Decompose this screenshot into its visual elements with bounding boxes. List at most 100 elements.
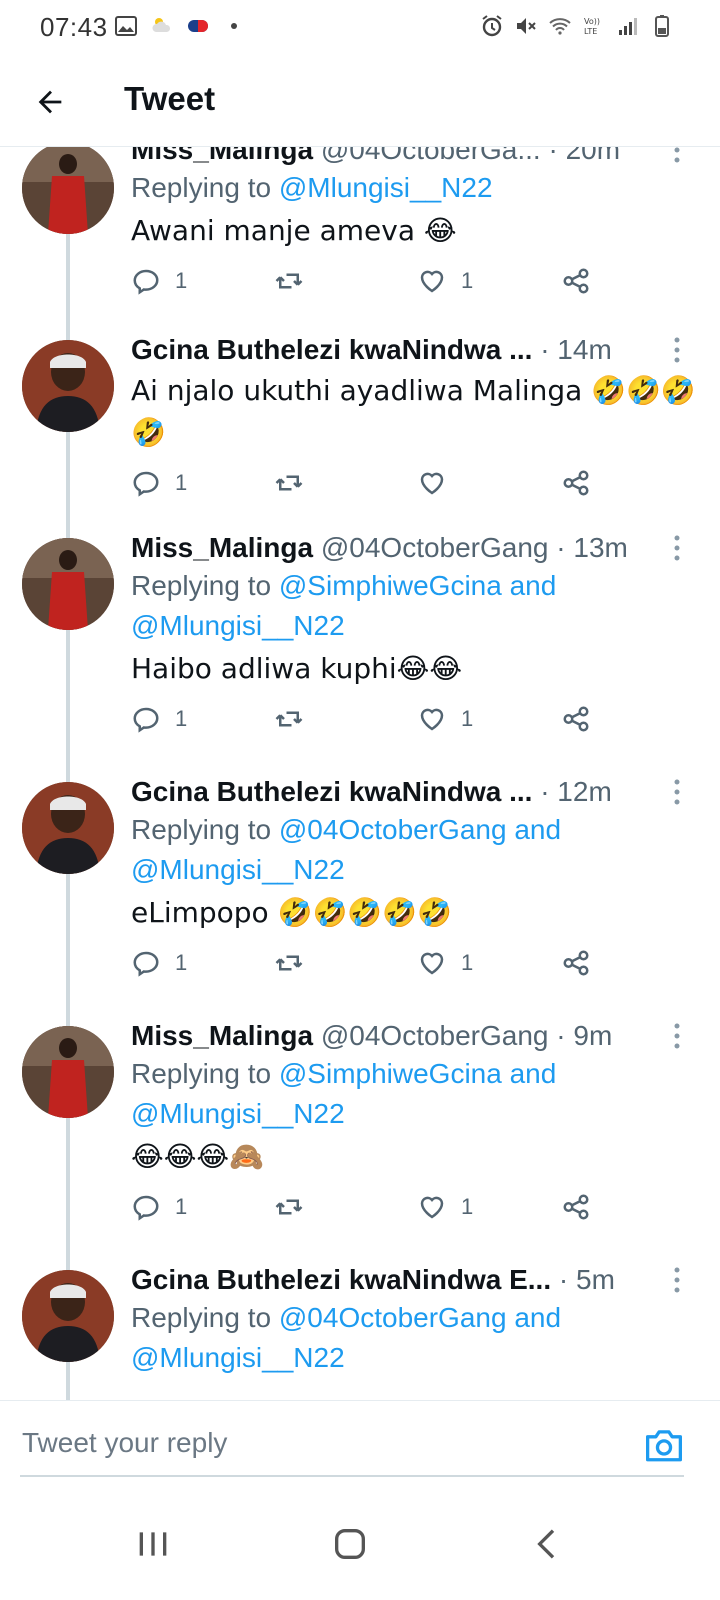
mention-link[interactable]: @SimphiweGcina and xyxy=(279,570,556,601)
like-count: 1 xyxy=(461,1194,474,1219)
avatar[interactable] xyxy=(22,538,114,630)
profile-photo-gcina xyxy=(22,782,114,874)
avatar[interactable] xyxy=(22,1026,114,1118)
tweet-author-name[interactable]: Miss_Malinga xyxy=(131,532,313,563)
share-button[interactable] xyxy=(561,948,591,978)
profile-photo-gcina xyxy=(22,340,114,432)
share-icon xyxy=(563,706,589,732)
tweet-handle-time: · 14m xyxy=(532,334,612,365)
like-count: 1 xyxy=(461,706,474,731)
status-time: 07:43 xyxy=(40,12,108,42)
mention-link[interactable]: @04OctoberGang and xyxy=(279,1302,561,1333)
tweet-handle-time: · 5m xyxy=(551,1264,615,1295)
back-button[interactable] xyxy=(28,80,72,124)
camera-icon[interactable] xyxy=(644,1427,684,1463)
more-options-icon[interactable] xyxy=(674,336,680,364)
retweet-button[interactable] xyxy=(274,948,304,978)
recent-apps-icon[interactable] xyxy=(133,1524,173,1564)
signal-icon xyxy=(619,18,637,35)
conversation-thread[interactable]: Miss_Malinga @04OctoberGa... · 20m Reply… xyxy=(0,146,720,1400)
app-notification-icon xyxy=(188,20,208,32)
profile-photo-gcina xyxy=(22,1270,114,1362)
mention-link[interactable]: @Mlungisi__N22 xyxy=(131,1342,345,1373)
reply-button[interactable]: 1 xyxy=(131,468,187,498)
avatar[interactable] xyxy=(22,1270,114,1362)
replying-to: Replying to @SimphiweGcina and @Mlungisi_… xyxy=(131,1058,557,1129)
mention-link[interactable]: @04OctoberGang and xyxy=(279,814,561,845)
page-title: Tweet xyxy=(124,80,216,117)
more-options-icon[interactable] xyxy=(674,1266,680,1294)
tweet-text: Haibo adliwa kuphi😂😂 xyxy=(131,652,463,685)
reply-bubble-icon xyxy=(133,269,159,295)
tweet-actions: 1 1 xyxy=(131,704,696,744)
avatar[interactable] xyxy=(22,340,114,432)
profile-photo-miss-malinga xyxy=(22,538,114,630)
share-icon xyxy=(563,470,589,496)
tweet-author-name[interactable]: Miss_Malinga xyxy=(131,1020,313,1051)
share-button[interactable] xyxy=(561,266,591,296)
tweet-author-name[interactable]: Gcina Buthelezi kwaNindwa ... xyxy=(131,334,532,365)
reply-bubble-icon xyxy=(133,707,159,733)
tweet-actions: 1 1 xyxy=(131,948,696,988)
tweet-handle-time: @04OctoberGang · 9m xyxy=(313,1020,613,1051)
like-button[interactable] xyxy=(417,468,461,498)
more-options-icon[interactable] xyxy=(674,778,680,806)
mention-link[interactable]: @Mlungisi__N22 xyxy=(131,610,345,641)
status-bar: 07:43 Vo)) LTE xyxy=(0,0,720,56)
more-options-icon[interactable] xyxy=(674,1022,680,1050)
tweet-handle-time: @04OctoberGang · 13m xyxy=(313,532,628,563)
retweet-button[interactable] xyxy=(274,704,304,734)
thread-connector-line xyxy=(66,146,70,1400)
share-button[interactable] xyxy=(561,468,591,498)
reply-button[interactable]: 1 xyxy=(131,1192,187,1222)
share-button[interactable] xyxy=(561,1192,591,1222)
avatar[interactable] xyxy=(22,146,114,234)
reply-button[interactable]: 1 xyxy=(131,704,187,734)
tweet-handle-time: @04OctoberGa... · 20m xyxy=(320,146,621,165)
avatar[interactable] xyxy=(22,782,114,874)
back-nav-icon[interactable] xyxy=(528,1524,568,1564)
home-icon[interactable] xyxy=(330,1524,370,1564)
mute-icon xyxy=(517,18,536,34)
share-icon xyxy=(563,950,589,976)
svg-text:Vo)): Vo)) xyxy=(584,17,600,26)
like-button[interactable]: 1 xyxy=(417,948,473,978)
mention-link[interactable]: @Mlungisi__N22 xyxy=(131,854,345,885)
tweet-author-name[interactable]: Gcina Buthelezi kwaNindwa E... xyxy=(131,1264,551,1295)
tweet-text: eLimpopo 🤣🤣🤣🤣🤣 xyxy=(131,896,452,929)
like-button[interactable]: 1 xyxy=(417,266,473,296)
tweet-actions: 1 xyxy=(131,468,696,508)
like-button[interactable]: 1 xyxy=(417,704,473,734)
like-count: 1 xyxy=(461,268,474,293)
top-app-bar: Tweet xyxy=(0,56,720,147)
like-count: 1 xyxy=(461,950,474,975)
mention-link[interactable]: @SimphiweGcina and xyxy=(279,1058,556,1089)
volte-icon: Vo))LTE xyxy=(584,17,600,36)
tweet-author-name[interactable]: Gcina Buthelezi kwaNindwa ... xyxy=(131,776,532,807)
replying-to: Replying to @SimphiweGcina and @Mlungisi_… xyxy=(131,570,557,641)
system-navigation-bar xyxy=(0,1486,720,1600)
retweet-button[interactable] xyxy=(274,1192,304,1222)
retweet-icon xyxy=(275,1199,303,1215)
heart-icon xyxy=(420,952,444,975)
reply-bubble-icon xyxy=(133,1195,159,1221)
alarm-icon xyxy=(482,15,502,37)
tweet-author-name[interactable]: Miss_Malinga xyxy=(131,146,313,165)
retweet-icon xyxy=(275,273,303,289)
more-options-icon[interactable] xyxy=(674,534,680,562)
reply-count: 1 xyxy=(175,950,188,975)
tweet-reply-input[interactable] xyxy=(20,1413,624,1473)
mention-link[interactable]: @Mlungisi__N22 xyxy=(131,1098,345,1129)
share-icon xyxy=(563,268,589,294)
heart-icon xyxy=(420,472,444,495)
retweet-button[interactable] xyxy=(274,468,304,498)
mention-link[interactable]: @Mlungisi__N22 xyxy=(279,172,493,203)
arrow-left-icon xyxy=(38,90,62,114)
like-button[interactable]: 1 xyxy=(417,1192,473,1222)
retweet-button[interactable] xyxy=(274,266,304,296)
reply-button[interactable]: 1 xyxy=(131,948,187,978)
more-options-icon[interactable] xyxy=(674,146,680,164)
reply-button[interactable]: 1 xyxy=(131,266,187,296)
share-button[interactable] xyxy=(561,704,591,734)
reply-count: 1 xyxy=(175,470,188,495)
